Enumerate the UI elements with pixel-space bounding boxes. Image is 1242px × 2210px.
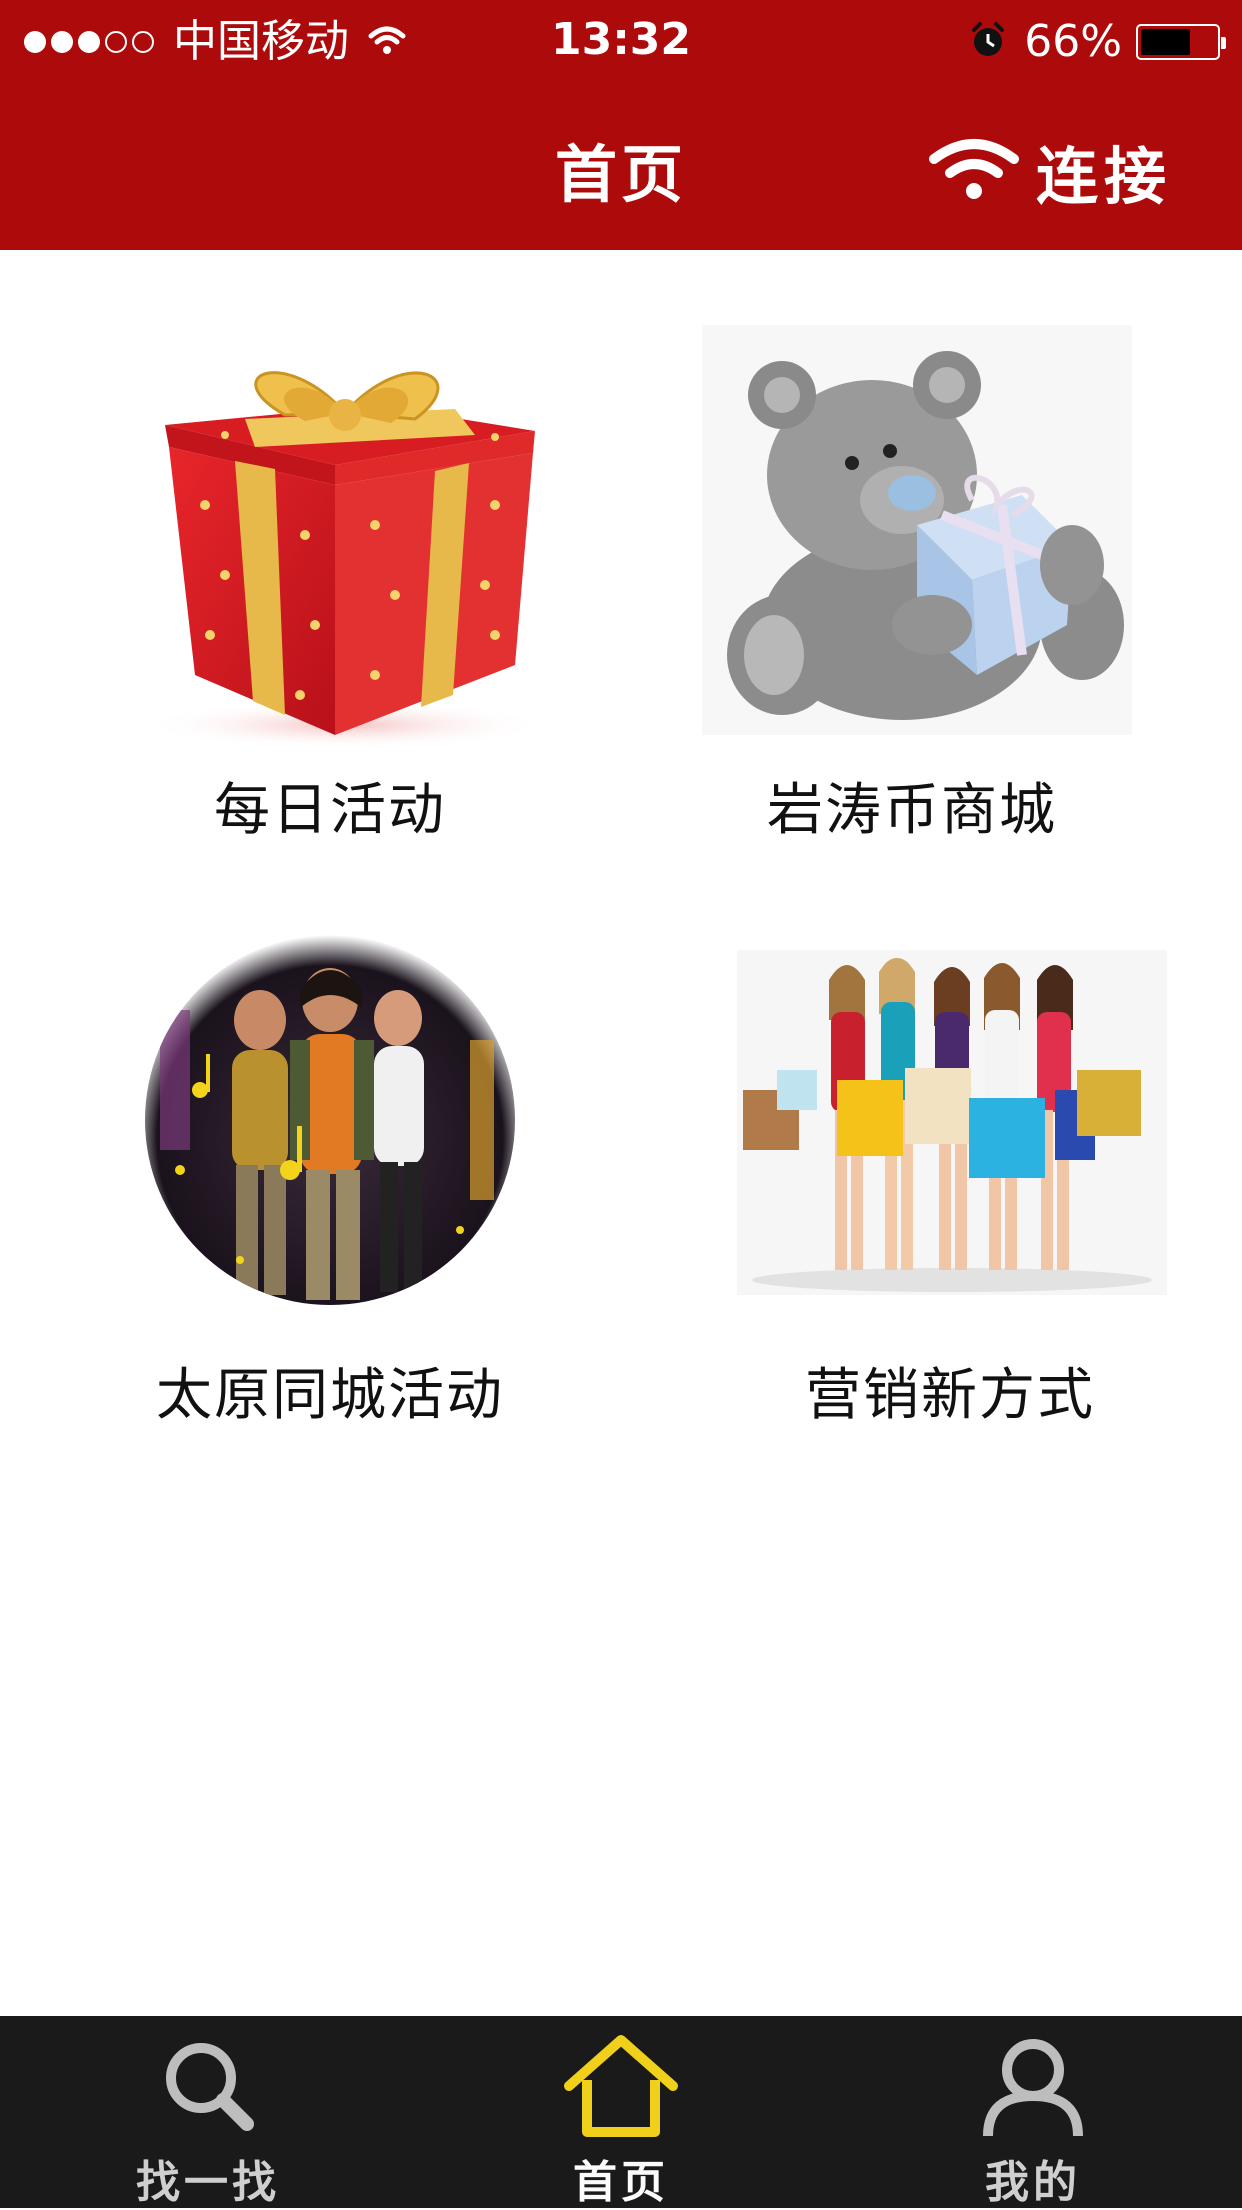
tile-label: 每日活动 xyxy=(214,778,446,843)
wifi-icon xyxy=(928,137,1020,205)
tile-daily-activity[interactable]: 每日活动 xyxy=(80,320,580,860)
tile-label: 岩涛币商城 xyxy=(767,778,1057,843)
concert-image xyxy=(140,930,520,1314)
tile-new-marketing[interactable]: 营销新方式 xyxy=(700,920,1200,1440)
search-icon xyxy=(78,2034,338,2134)
gift-box-image xyxy=(135,335,555,759)
tab-label: 首页 xyxy=(573,2157,669,2208)
user-icon xyxy=(903,2034,1163,2138)
tile-taiyuan-local-events[interactable]: 太原同城活动 xyxy=(80,920,580,1440)
tab-profile[interactable]: 我的 xyxy=(903,2016,1163,2208)
connect-label: 连接 xyxy=(1035,140,1172,213)
tile-coin-mall[interactable]: 岩涛币商城 xyxy=(662,320,1162,860)
tile-label: 营销新方式 xyxy=(805,1363,1095,1428)
battery-nub xyxy=(1221,37,1226,49)
tab-bar: 找一找 首页 我的 xyxy=(0,2016,1242,2208)
top-bar: 中国移动 13:32 66% 首页 连接 xyxy=(0,0,1242,250)
tile-label: 太原同城活动 xyxy=(156,1363,504,1428)
teddy-bear-image xyxy=(702,325,1132,739)
navigation-bar: 首页 连接 xyxy=(0,84,1242,250)
battery-level xyxy=(1141,29,1190,55)
tab-label: 我的 xyxy=(985,2157,1081,2208)
home-icon xyxy=(491,2034,751,2138)
status-right: 66% xyxy=(968,16,1226,68)
battery-icon xyxy=(1136,24,1226,60)
status-bar: 中国移动 13:32 66% xyxy=(0,0,1242,84)
tab-home[interactable]: 首页 xyxy=(491,2016,751,2208)
battery-percentage: 66% xyxy=(1024,16,1122,67)
tab-search[interactable]: 找一找 xyxy=(78,2016,338,2208)
tab-label: 找一找 xyxy=(136,2157,280,2208)
alarm-icon xyxy=(968,20,1008,64)
shopping-girls-image xyxy=(737,950,1167,1299)
connect-button[interactable]: 连接 xyxy=(928,126,1172,216)
